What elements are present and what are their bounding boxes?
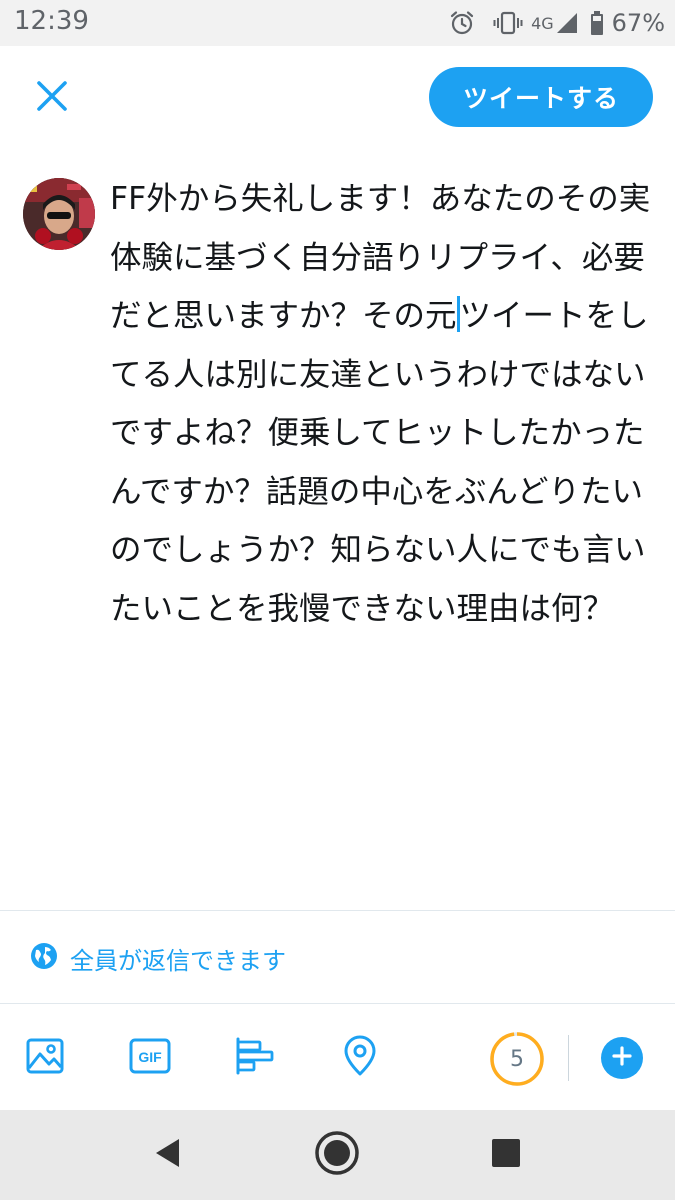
- status-time: 12:39: [14, 6, 89, 36]
- signal-icon: [556, 11, 578, 35]
- home-button[interactable]: [312, 1130, 362, 1180]
- add-gif-button[interactable]: GIF: [128, 1036, 172, 1080]
- back-button[interactable]: [143, 1130, 193, 1180]
- compose-text-after-cursor: ツイートをしてる人は別に友達というわけではないですよね？便乗してヒットしたかった…: [110, 298, 649, 627]
- divider: [0, 1003, 675, 1004]
- network-type: 4G: [531, 13, 554, 33]
- svg-text:GIF: GIF: [138, 1049, 162, 1065]
- close-icon: [36, 80, 68, 116]
- battery-icon: [590, 10, 604, 36]
- battery-percent: 67%: [611, 9, 665, 37]
- tweet-button[interactable]: ツイートする: [429, 67, 653, 127]
- globe-icon: [30, 942, 58, 974]
- status-bar: 12:39 4G 67%: [0, 0, 675, 46]
- gif-icon: GIF: [129, 1036, 171, 1080]
- location-icon: [340, 1035, 380, 1081]
- reply-setting-button[interactable]: 全員が返信できます: [30, 938, 286, 978]
- character-counter: 5: [489, 1031, 545, 1087]
- toolbar-separator: [568, 1035, 569, 1081]
- home-icon: [314, 1130, 360, 1180]
- recents-icon: [491, 1138, 521, 1172]
- image-icon: [25, 1036, 65, 1080]
- avatar[interactable]: [23, 178, 95, 250]
- status-icons: 4G 67%: [449, 6, 665, 40]
- divider: [0, 910, 675, 911]
- vibrate-icon: [493, 10, 523, 36]
- close-button[interactable]: [28, 74, 76, 122]
- add-image-button[interactable]: [23, 1036, 67, 1080]
- recents-button[interactable]: [481, 1130, 531, 1180]
- add-thread-button[interactable]: [601, 1037, 643, 1079]
- reply-setting-label: 全員が返信できます: [70, 946, 286, 975]
- alarm-icon: [449, 10, 475, 36]
- poll-icon: [234, 1036, 276, 1080]
- back-icon: [153, 1137, 183, 1173]
- remaining-count: 5: [510, 1046, 524, 1072]
- plus-icon: [612, 1046, 632, 1070]
- add-poll-button[interactable]: [233, 1036, 277, 1080]
- navigation-bar: [0, 1110, 675, 1200]
- compose-text-area[interactable]: FF外から失礼します！あなたのその実体験に基づく自分語りリプライ、必要だと思いま…: [110, 170, 658, 638]
- add-location-button[interactable]: [338, 1035, 382, 1081]
